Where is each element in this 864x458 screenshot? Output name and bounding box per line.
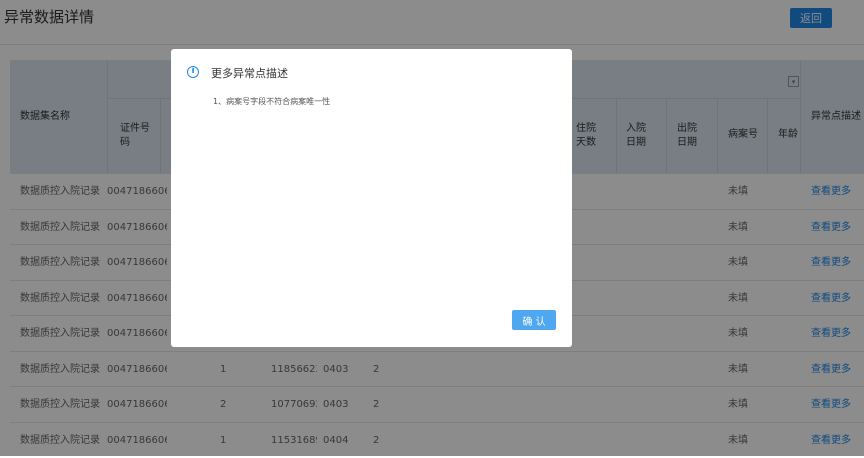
anomaly-detail-modal: i 更多异常点描述 1、病案号字段不符合病案唯一性 确 认 <box>171 49 572 347</box>
modal-description-item: 1、病案号字段不符合病案唯一性 <box>213 97 331 106</box>
info-circle-icon: i <box>187 66 199 78</box>
modal-title: 更多异常点描述 <box>211 67 288 80</box>
confirm-button[interactable]: 确 认 <box>512 310 556 330</box>
